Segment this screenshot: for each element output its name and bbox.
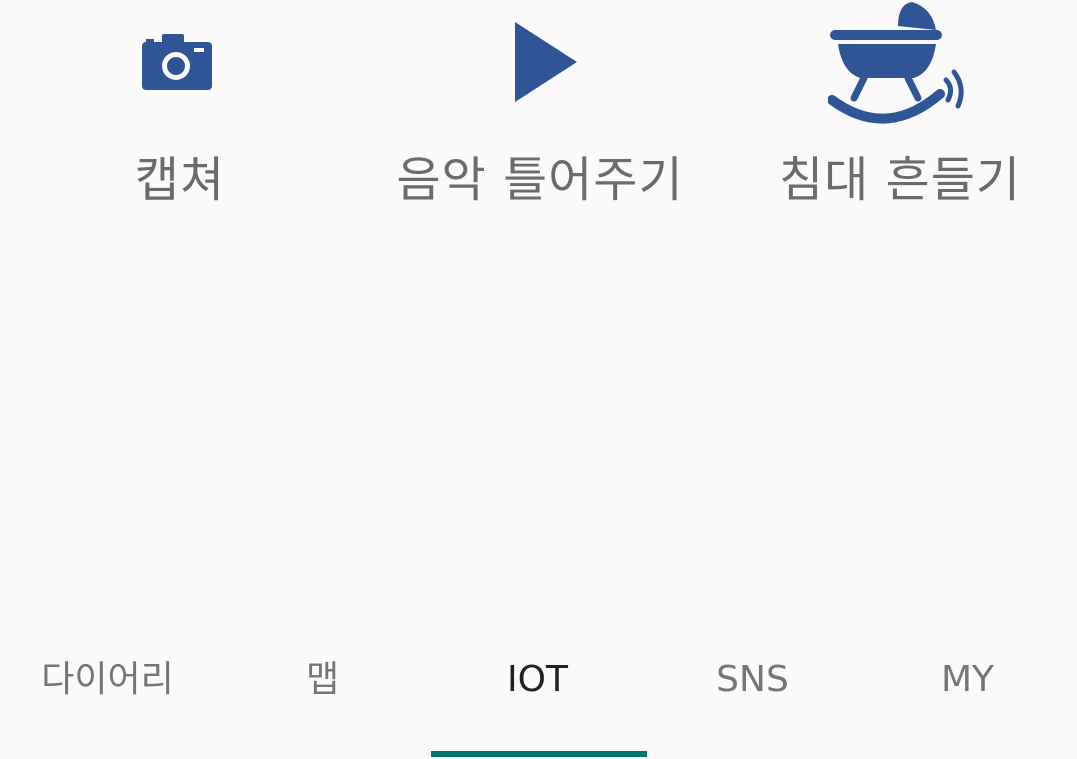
bottom-tab-bar: 다이어리 맵 IOT SNS MY (0, 630, 1077, 759)
tab-diary[interactable]: 다이어리 (0, 630, 215, 730)
tab-sns[interactable]: SNS (645, 630, 860, 730)
play-music-label: 음악 틀어주기 (396, 152, 684, 208)
iot-screen: 캡쳐 음악 틀어주기 침대 흔들기 다이어리 맵 IOT SNS MY (0, 0, 1077, 759)
play-icon (515, 22, 577, 102)
tab-map[interactable]: 맵 (215, 630, 430, 730)
rock-bed-action[interactable]: 침대 흔들기 (760, 0, 1040, 230)
capture-label: 캡쳐 (134, 152, 226, 208)
rock-bed-label: 침대 흔들기 (778, 152, 1022, 208)
camera-icon (142, 34, 212, 90)
play-music-action[interactable]: 음악 틀어주기 (380, 0, 700, 230)
capture-action[interactable]: 캡쳐 (100, 0, 260, 230)
rocking-cradle-icon (828, 2, 964, 124)
tab-my[interactable]: MY (860, 630, 1075, 730)
iot-actions: 캡쳐 음악 틀어주기 침대 흔들기 (0, 0, 1077, 230)
selected-tab-indicator (431, 751, 647, 757)
tab-iot[interactable]: IOT (430, 630, 645, 730)
